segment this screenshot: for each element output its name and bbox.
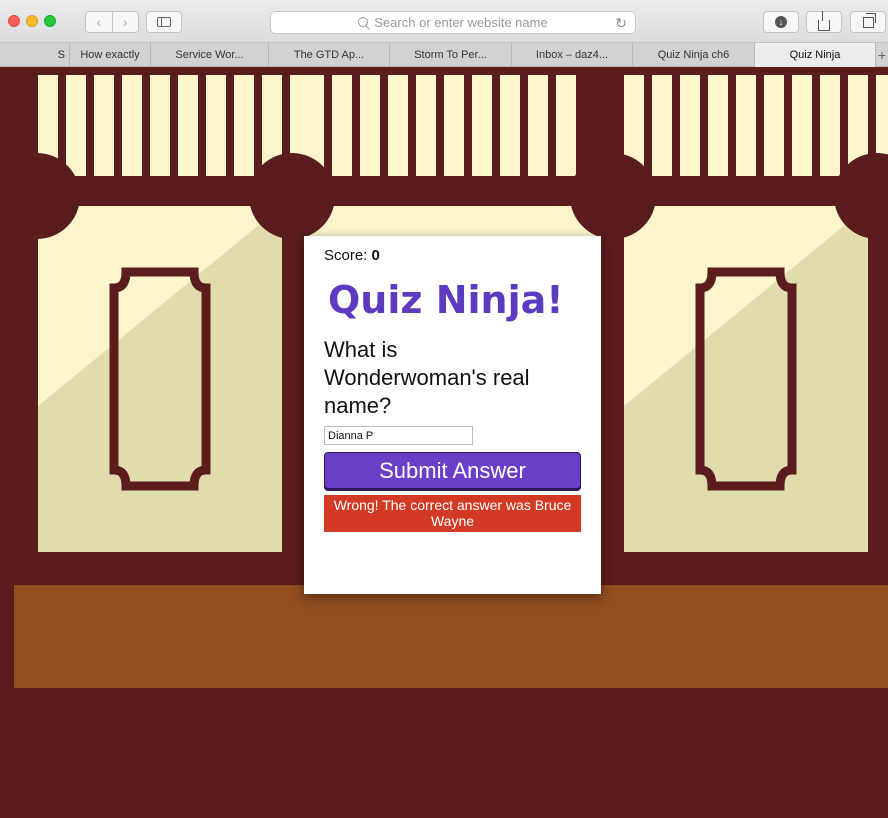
tab-1[interactable]: S (0, 43, 70, 67)
download-icon: ↓ (775, 16, 787, 28)
downloads-button[interactable]: ↓ (763, 11, 799, 33)
score-value: 0 (371, 247, 380, 264)
tab-5[interactable]: Storm To Per... (390, 43, 512, 67)
plus-icon: + (877, 47, 887, 63)
tab-2[interactable]: How exactly (70, 43, 151, 67)
question-text: What is Wonderwoman's real name? (324, 337, 530, 418)
minimize-window-button[interactable] (26, 15, 38, 27)
tab-7[interactable]: Quiz Ninja ch6 (633, 43, 755, 67)
railing-slat (708, 75, 728, 176)
address-bar[interactable]: Search or enter website name ↻ (270, 11, 636, 34)
railing-slat (764, 75, 784, 176)
submit-answer-button[interactable]: Submit Answer (324, 452, 581, 489)
railing-slat (792, 75, 812, 176)
score-display: Score: 0 (324, 247, 581, 264)
railing-slat (66, 75, 86, 176)
beam-corner (249, 153, 335, 239)
quiz-title: Quiz Ninja! (328, 278, 564, 322)
tab-8-active[interactable]: Quiz Ninja (755, 43, 876, 67)
railing-slat (234, 75, 254, 176)
tab-4[interactable]: The GTD Ap... (269, 43, 390, 67)
railing-slat (444, 75, 464, 176)
tab-bar: S How exactly Service Wor... The GTD Ap.… (0, 43, 888, 67)
sidebar-toggle-button[interactable] (146, 11, 182, 33)
railing-slat (652, 75, 672, 176)
door-frame-right (695, 267, 797, 491)
feedback-message: Wrong! The correct answer was Bruce Wayn… (324, 495, 581, 532)
railing-slat (94, 75, 114, 176)
search-icon (358, 16, 369, 27)
railing-slat (332, 75, 352, 176)
railing-slat (820, 75, 840, 176)
sidebar-icon (157, 17, 171, 27)
railing-slat (122, 75, 142, 176)
close-window-button[interactable] (8, 15, 20, 27)
new-tab-button[interactable]: + (876, 43, 888, 67)
show-tabs-button[interactable] (850, 11, 886, 33)
railing-slat (150, 75, 170, 176)
share-button[interactable] (806, 10, 842, 33)
railing-slat (680, 75, 700, 176)
score-label: Score: (324, 247, 372, 264)
railing-slat (500, 75, 520, 176)
railing-slat (556, 75, 576, 176)
browser-toolbar: ‹ › Search or enter website name ↻ ↓ (0, 0, 888, 43)
reload-icon[interactable]: ↻ (615, 15, 627, 32)
history-nav: ‹ › (85, 11, 139, 33)
shoji-panel-left (38, 206, 282, 552)
railing-slat (360, 75, 380, 176)
chevron-left-icon: ‹ (96, 14, 102, 30)
counter-top (14, 585, 888, 688)
railing-slat (528, 75, 548, 176)
share-icon (818, 10, 830, 31)
railing-slat (736, 75, 756, 176)
address-placeholder: Search or enter website name (374, 15, 548, 30)
railing-slat (206, 75, 226, 176)
tabs-overview-icon (862, 12, 876, 28)
door-frame-left (109, 267, 211, 491)
tab-3[interactable]: Service Wor... (151, 43, 269, 67)
beam-corner (570, 153, 656, 239)
answer-input[interactable] (324, 426, 473, 445)
railing-slat (178, 75, 198, 176)
zoom-window-button[interactable] (44, 15, 56, 27)
back-button[interactable]: ‹ (86, 12, 112, 32)
tab-6[interactable]: Inbox – daz4... (512, 43, 633, 67)
railing-slat (416, 75, 436, 176)
quiz-card: Score: 0 Quiz Ninja! What is Wonderwoman… (304, 236, 601, 594)
railing-slat (472, 75, 492, 176)
forward-button[interactable]: › (111, 12, 139, 32)
chevron-right-icon: › (122, 14, 128, 30)
railing-slat (388, 75, 408, 176)
shoji-panel-right (624, 206, 868, 552)
